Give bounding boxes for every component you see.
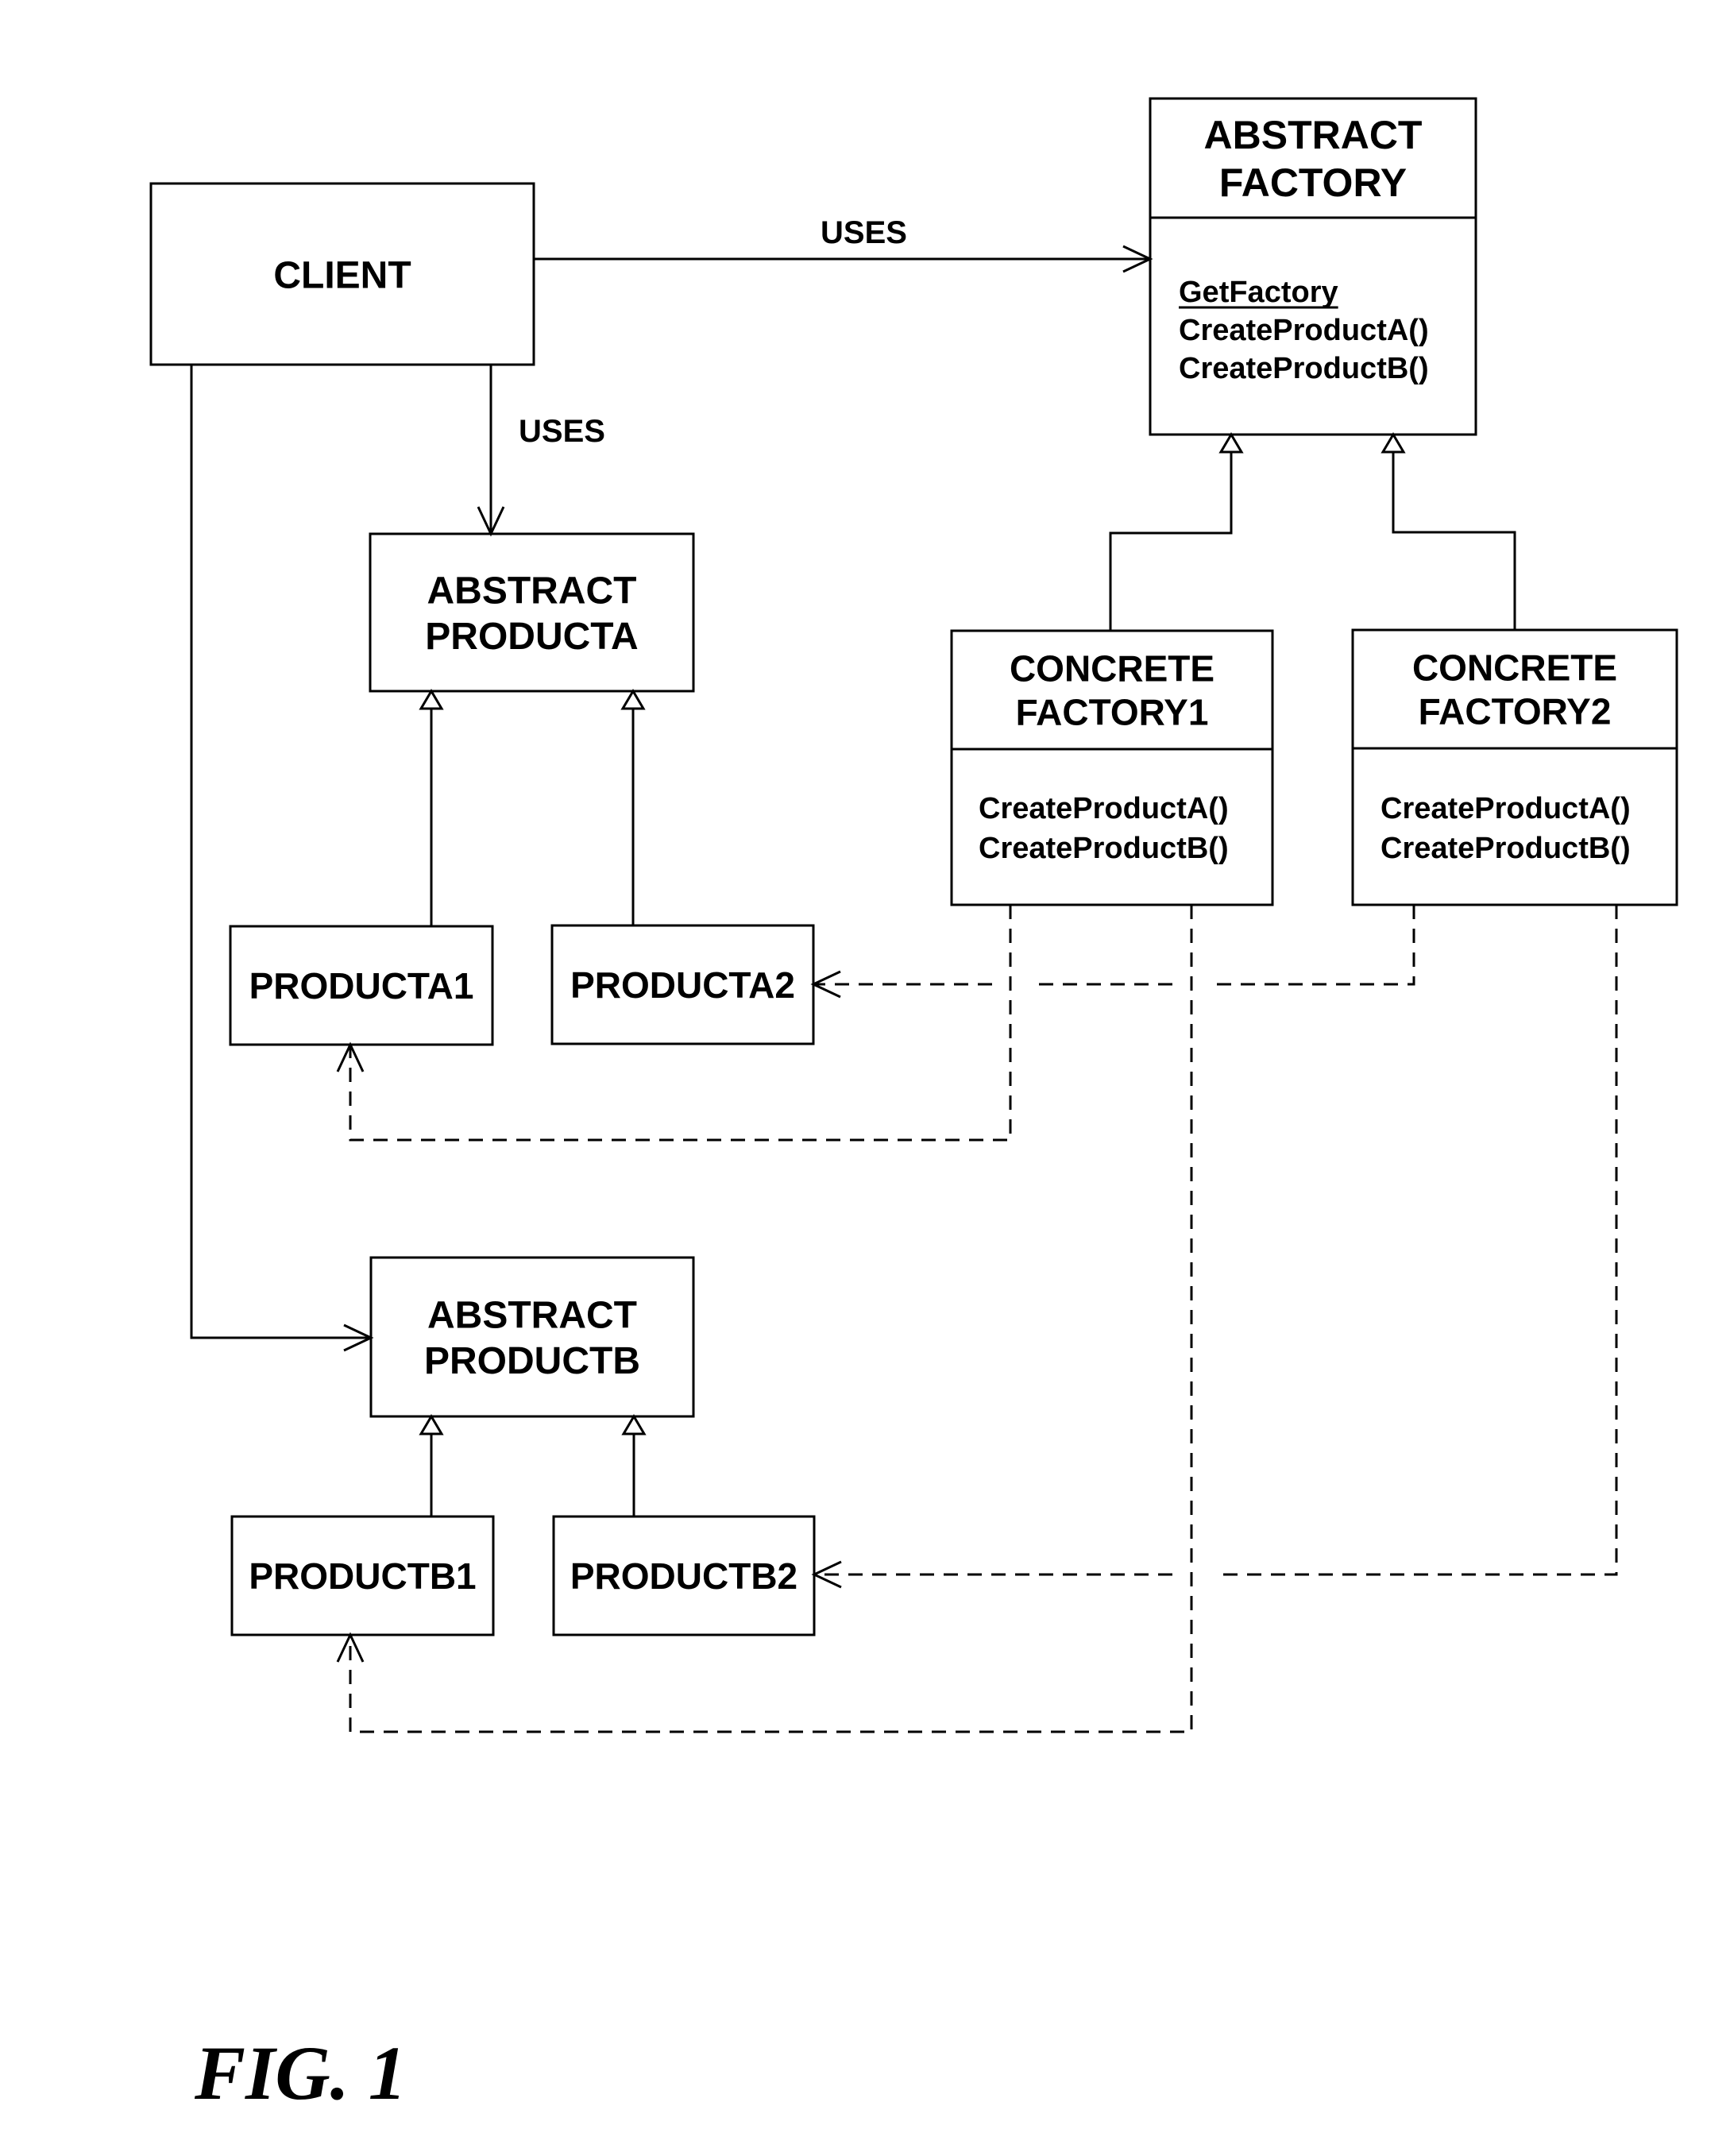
method-createproducta: CreateProductA() — [1381, 792, 1631, 825]
generalization-triangle-icon — [620, 689, 646, 710]
figure-label: FIG. 1 — [194, 2030, 407, 2115]
generalization-triangle-icon — [1218, 432, 1244, 454]
class-title-line: CONCRETE — [1010, 647, 1214, 689]
class-title-line: PRODUCTB — [424, 1340, 640, 1382]
class-box-abstract-product-b: ABSTRACTPRODUCTB — [369, 1256, 695, 1418]
method-getfactory: GetFactory — [1179, 276, 1338, 309]
method-createproductb: CreateProductB() — [1179, 352, 1429, 385]
edge-cf2-creates-product-a2 — [1217, 905, 1415, 986]
class-box-abstract-product-a: ABSTRACTPRODUCTA — [369, 532, 695, 693]
class-title-line: FACTORY2 — [1419, 691, 1612, 732]
class-title-line: CLIENT — [273, 254, 411, 296]
class-box-concrete-factory-2: CONCRETEFACTORY2 CreateProductA() CreatePr… — [1351, 628, 1678, 906]
class-title-line: PRODUCTB1 — [249, 1555, 476, 1597]
edge-cf2-creates-product-b2 — [1216, 905, 1618, 1576]
class-title-line: FACTORY — [1219, 160, 1407, 205]
abstract-factory-diagram: CLIENTABSTRACTFACTORYGetFactoryCreatePro… — [149, 97, 1678, 2115]
class-box-product-a1: PRODUCTA1 — [229, 925, 494, 1046]
class-box-client: CLIENT — [149, 182, 535, 366]
class-title-line: ABSTRACT — [1204, 113, 1423, 157]
class-boxes: CLIENTABSTRACTFACTORYGetFactoryCreatePro… — [149, 97, 1678, 1636]
class-box-product-b2: PRODUCTB2 — [552, 1515, 816, 1636]
class-title-line: FACTORY1 — [1016, 692, 1209, 733]
edge-cf1-extends-abstract-factory — [1109, 452, 1233, 631]
class-box-product-a2: PRODUCTA2 — [550, 924, 815, 1045]
uses-label-factory: USES — [821, 215, 907, 250]
class-box-concrete-factory-1: CONCRETEFACTORY1 CreateProductA() CreatePr… — [950, 629, 1274, 906]
class-title-line: PRODUCTB2 — [570, 1555, 797, 1597]
method-createproducta: CreateProductA() — [979, 792, 1229, 825]
class-title-line: CONCRETE — [1412, 647, 1617, 688]
method-createproductb: CreateProductB() — [1381, 832, 1631, 865]
class-title-line: ABSTRACT — [427, 570, 637, 612]
class-box-border — [369, 532, 695, 693]
class-title-line: PRODUCTA1 — [249, 965, 474, 1007]
class-title-line: PRODUCTA2 — [570, 964, 795, 1006]
method-createproducta: CreateProductA() — [1179, 314, 1429, 347]
class-box-border — [369, 1256, 695, 1418]
class-box-abstract-factory: ABSTRACTFACTORY GetFactory CreateProductA(… — [1149, 97, 1477, 436]
uses-label-product-a: USES — [519, 414, 605, 449]
edge-client-uses-abstract-product-b — [190, 365, 371, 1339]
generalization-triangle-icon — [419, 689, 444, 710]
method-createproductb: CreateProductB() — [979, 832, 1229, 865]
class-box-product-b1: PRODUCTB1 — [230, 1515, 495, 1636]
generalization-triangle-icon — [1381, 432, 1406, 454]
class-title-line: ABSTRACT — [427, 1294, 637, 1336]
generalization-triangle-icon — [419, 1414, 444, 1435]
generalization-triangle-icon — [621, 1414, 647, 1435]
class-title-line: PRODUCTA — [425, 616, 638, 658]
edge-cf2-extends-abstract-factory — [1392, 452, 1516, 630]
